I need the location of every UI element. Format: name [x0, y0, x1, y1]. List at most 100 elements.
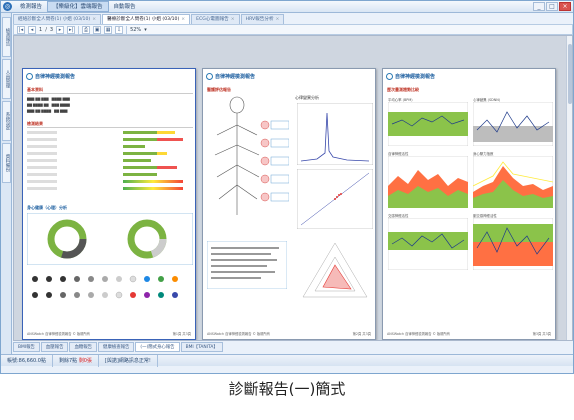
- sidebar-tab-reports[interactable]: 檢測報告: [2, 17, 11, 57]
- close-icon[interactable]: ×: [92, 15, 96, 24]
- page-current[interactable]: 1: [39, 27, 42, 33]
- status-account: 帳號:86,660.0點: [1, 354, 53, 367]
- chevron-down-icon[interactable]: ▾: [144, 27, 147, 33]
- sidebar-tab-people[interactable]: 人員管理: [2, 59, 11, 99]
- vertical-scrollbar[interactable]: [566, 36, 572, 340]
- app-logo-icon: ◎: [3, 2, 12, 11]
- menu-report[interactable]: 檢測報告: [15, 1, 47, 13]
- moon-phase-row: [32, 275, 178, 299]
- status-bar: 帳號:86,660.0點 剩餘7點 剩0張 [與諾]網路訊息正常!: [1, 354, 573, 367]
- tab-blood-sugar[interactable]: 血糖報告: [69, 342, 98, 352]
- page-title: 自律神經檢測報告: [395, 74, 436, 80]
- trend-chart-1: [388, 102, 468, 146]
- remaining-label: 剩餘7點: [58, 357, 78, 364]
- close-icon[interactable]: ×: [231, 15, 235, 24]
- doc-tab-1[interactable]: 經絡診斷全人問卷(1) 小姐 (03/10) ×: [13, 14, 102, 24]
- donut-charts: [27, 213, 193, 265]
- doc-tab-label: HRV報告分析: [245, 17, 274, 22]
- report-type-tabs: BMI報告 血壓報告 血糖報告 健康檢查報告 (一)簡式身心報告 BMI【TAN…: [13, 342, 573, 352]
- toolbar-divider: [126, 25, 128, 34]
- logo-icon: [206, 73, 213, 80]
- footer-left: ANSWatch 自律神經檢測報告 © 版權所有: [387, 332, 451, 336]
- close-icon[interactable]: ×: [276, 15, 280, 24]
- divider: [27, 93, 193, 94]
- page-title: 自律神經檢測報告: [35, 74, 76, 80]
- section-trend: 歷次量測趨勢比較: [387, 87, 419, 92]
- doc-tab-label: 醫療診斷全人問卷(1) 小姐 (03/10): [107, 17, 180, 22]
- scatter-plot: [297, 169, 373, 229]
- tab-bmi[interactable]: BMI報告: [13, 342, 40, 352]
- info-row: ▇▇ ▇▇▇▇ ▇▇ ▇▇▇ ▇▇▇▇: [27, 103, 70, 107]
- viewer-toolbar: |◂ ◂ 1 / 3 ▸ ▸| ⎙ ▣ ▦ ⇩ 52% ▾: [13, 24, 573, 35]
- sidebar: 檢測報告 人員管理 系統設定 資料備份: [1, 13, 12, 355]
- page-footer: ANSWatch 自律神經檢測報告 © 版權所有 第1頁 共3頁: [27, 331, 191, 336]
- doc-tab-2[interactable]: 醫療診斷全人問卷(1) 小姐 (03/10) ×: [102, 14, 191, 24]
- save-icon[interactable]: ▣: [93, 25, 102, 34]
- tab-health-check[interactable]: 健康檢查報告: [98, 342, 135, 352]
- trend-chart-6: [473, 218, 553, 270]
- trend-chart-4: [473, 156, 553, 208]
- application-window: ◎ 檢測報告 【樂級化】雲端報告 自動報告 _ □ × 檢測報告 人員管理 系統…: [0, 0, 574, 374]
- status-remaining: 剩餘7點 剩0張: [53, 354, 99, 367]
- report-page-1[interactable]: 自律神經檢測報告 基本資料 ▇▇▇ ▇▇ ▇▇▇ ▇▇▇▇ ▇▇▇ ▇▇ ▇▇▇…: [22, 68, 196, 340]
- maximize-button[interactable]: □: [546, 2, 558, 11]
- hrv-spectrum-chart: [297, 103, 373, 165]
- results-table: [27, 131, 183, 190]
- page-footer: ANSWatch 自律神經檢測報告 © 版權所有 第2頁 共3頁: [207, 331, 371, 336]
- first-page-icon[interactable]: |◂: [17, 25, 25, 34]
- doc-tab-4[interactable]: HRV報告分析 ×: [240, 14, 285, 24]
- tab-blood-pressure[interactable]: 血壓報告: [40, 342, 69, 352]
- trend-chart-2: [473, 102, 553, 146]
- footer-left: ANSWatch 自律神經檢測報告 © 版權所有: [207, 332, 271, 336]
- status-message: [與諾]網路訊息正常!: [99, 354, 158, 367]
- sidebar-tab-settings[interactable]: 系統設定: [2, 101, 11, 141]
- footer-right: 第3頁 共3頁: [532, 332, 551, 336]
- figure-caption: 診斷報告(一)簡式: [228, 380, 346, 398]
- section-mind-body: 身心健康（心理）分析: [27, 205, 67, 210]
- trend-chart-3: [388, 156, 468, 208]
- menu-cloud-report[interactable]: 【樂級化】雲端報告: [47, 1, 109, 12]
- layout-icon[interactable]: ▦: [104, 25, 113, 34]
- doc-tab-label: 經絡診斷全人問卷(1) 小姐 (03/10): [18, 17, 91, 22]
- toolbar-divider: [78, 25, 80, 34]
- info-row: ▇▇▇ ▇▇ ▇▇▇ ▇▇▇▇ ▇▇▇: [27, 97, 70, 101]
- info-row: ▇▇▇ ▇▇ ▇▇▇▇ ▇▇ ▇▇▇: [27, 109, 68, 113]
- close-icon[interactable]: ×: [181, 15, 185, 24]
- section-assessment: 醫護評估報告: [207, 87, 231, 92]
- menu-auto-report[interactable]: 自動報告: [109, 1, 141, 13]
- page-header: 自律神經檢測報告: [206, 73, 255, 80]
- title-bar: ◎ 檢測報告 【樂級化】雲端報告 自動報告 _ □ ×: [1, 1, 573, 13]
- next-page-icon[interactable]: ▸: [56, 25, 65, 34]
- logo-icon: [26, 73, 33, 80]
- nervous-system-diagram: [214, 96, 289, 215]
- last-page-icon[interactable]: ▸|: [67, 25, 76, 34]
- minimize-button[interactable]: _: [533, 2, 545, 11]
- prev-page-icon[interactable]: ◂: [28, 25, 36, 34]
- export-icon[interactable]: ⇩: [115, 25, 124, 34]
- tab-bmi-tanita[interactable]: BMI【TANITA】: [180, 342, 223, 352]
- report-page-2[interactable]: 自律神經檢測報告 醫護評估報告 心律變異分析 ANSWatch 自律神經檢測報告…: [202, 68, 376, 340]
- section-hrv: 心律變異分析: [295, 95, 319, 100]
- footer-right: 第2頁 共3頁: [352, 332, 371, 336]
- zoom-select[interactable]: 52%: [130, 27, 141, 33]
- close-button[interactable]: ×: [559, 2, 571, 11]
- trend-chart-5: [388, 218, 468, 270]
- scrollbar-thumb[interactable]: [568, 44, 572, 104]
- sidebar-tab-backup[interactable]: 資料備份: [2, 143, 11, 183]
- footer-left: ANSWatch 自律神經檢測報告 © 版權所有: [27, 332, 91, 336]
- report-viewport[interactable]: 自律神經檢測報告 基本資料 ▇▇▇ ▇▇ ▇▇▇ ▇▇▇▇ ▇▇▇ ▇▇ ▇▇▇…: [13, 35, 573, 341]
- print-icon[interactable]: ⎙: [82, 25, 91, 34]
- page-header: 自律神經檢測報告: [386, 73, 435, 80]
- divider: [27, 127, 193, 128]
- document-tabs: 經絡診斷全人問卷(1) 小姐 (03/10) × 醫療診斷全人問卷(1) 小姐 (…: [13, 14, 573, 24]
- report-page-3[interactable]: 自律神經檢測報告 歷次量測趨勢比較 平均心率 (BPM) 心律變異 (SDNN)…: [382, 68, 556, 340]
- logo-icon: [386, 73, 393, 80]
- footer-right: 第1頁 共3頁: [172, 332, 191, 336]
- tab-simple-report[interactable]: (一)簡式身心報告: [135, 342, 180, 352]
- doc-tab-3[interactable]: ECG心電圖報告 ×: [191, 14, 240, 24]
- page-title: 自律神經檢測報告: [215, 74, 256, 80]
- radar-chart: [302, 242, 368, 298]
- page-total: 3: [49, 26, 54, 33]
- page-header: 自律神經檢測報告: [26, 73, 75, 80]
- window-controls: _ □ ×: [533, 2, 573, 11]
